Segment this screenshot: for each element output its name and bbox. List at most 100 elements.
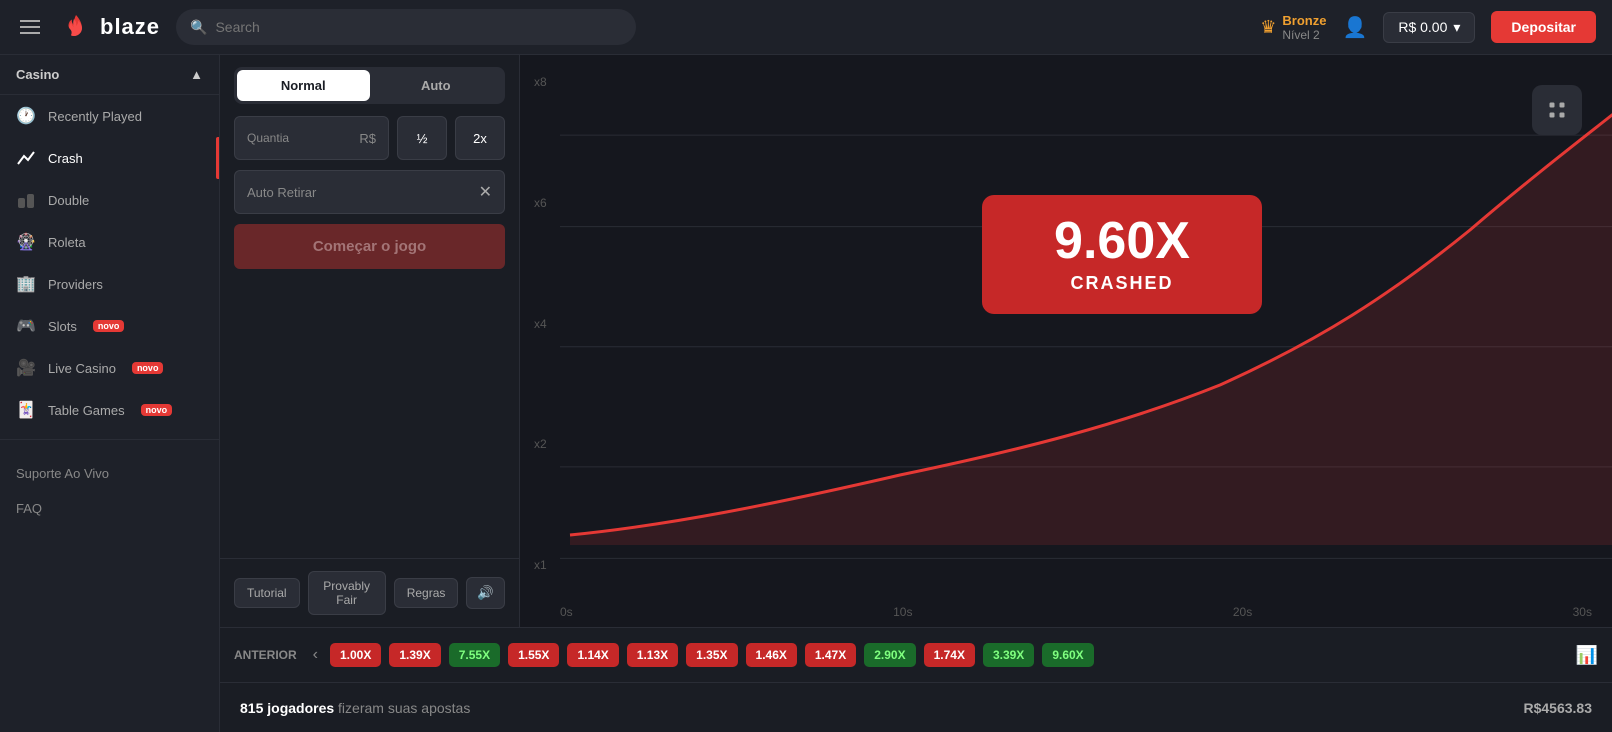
- sidebar-section-label: Casino: [16, 67, 59, 82]
- table-games-icon: 🃏: [16, 400, 36, 420]
- roleta-icon: 🎡: [16, 232, 36, 252]
- auto-retirar-label: Auto Retirar: [247, 185, 479, 200]
- history-item-5[interactable]: 1.13X: [627, 643, 678, 667]
- tab-auto[interactable]: Auto: [370, 70, 503, 101]
- double-icon: [16, 190, 36, 210]
- stats-icon[interactable]: 📊: [1576, 645, 1598, 666]
- content-area: Normal Auto Quantia R$ ½ 2x Auto Retirar: [220, 55, 1612, 732]
- history-item-1[interactable]: 1.39X: [389, 643, 440, 667]
- logo-icon: [60, 11, 92, 43]
- hamburger-menu[interactable]: [16, 16, 44, 38]
- sidebar-collapse-icon[interactable]: ▲: [190, 67, 203, 82]
- players-text: 815 jogadores fizeram suas apostas: [240, 700, 470, 716]
- double-button[interactable]: 2x: [455, 116, 505, 160]
- slots-icon: 🎮: [16, 316, 36, 336]
- x-label-20s: 20s: [1233, 605, 1252, 619]
- total-bets: R$4563.83: [1523, 700, 1592, 716]
- game-canvas: x8 x6 x4 x2 x1: [520, 55, 1612, 627]
- history-prev-icon[interactable]: ‹: [309, 642, 322, 668]
- sidebar-double-label: Double: [48, 193, 89, 208]
- quantia-row: Quantia R$ ½ 2x: [234, 116, 505, 160]
- providers-icon: 🏢: [16, 274, 36, 294]
- quantia-label: Quantia: [247, 131, 289, 145]
- crash-status: CRASHED: [1022, 273, 1222, 294]
- tutorial-button[interactable]: Tutorial: [234, 578, 300, 608]
- history-item-9[interactable]: 2.90X: [864, 643, 915, 667]
- history-item-2[interactable]: 7.55X: [449, 643, 500, 667]
- history-item-10[interactable]: 1.74X: [924, 643, 975, 667]
- clock-icon: 🕐: [16, 106, 36, 126]
- sidebar-table-games-label: Table Games: [48, 403, 125, 418]
- players-count: 815 jogadores: [240, 700, 334, 716]
- crash-display: 9.60X CRASHED: [982, 195, 1262, 314]
- crash-graph-svg: [520, 55, 1612, 627]
- history-item-4[interactable]: 1.14X: [567, 643, 618, 667]
- history-item-8[interactable]: 1.47X: [805, 643, 856, 667]
- sidebar-item-providers[interactable]: 🏢 Providers: [0, 263, 219, 305]
- live-casino-badge: novo: [132, 362, 164, 374]
- logo-text: blaze: [100, 14, 160, 40]
- x-label-30s: 30s: [1573, 605, 1592, 619]
- sidebar-slots-label: Slots: [48, 319, 77, 334]
- sidebar-section-casino: Casino ▲: [0, 55, 219, 95]
- sidebar-item-crash[interactable]: Crash: [0, 137, 219, 179]
- sidebar-item-roleta[interactable]: 🎡 Roleta: [0, 221, 219, 263]
- search-icon: 🔍: [190, 19, 207, 36]
- history-item-0[interactable]: 1.00X: [330, 643, 381, 667]
- depositar-button[interactable]: Depositar: [1491, 11, 1596, 43]
- header: blaze 🔍 ♛ Bronze Nível 2 👤 R$ 0.00 ▾ Dep…: [0, 0, 1612, 55]
- balance-dropdown-icon: ▾: [1453, 19, 1460, 36]
- sidebar-item-slots[interactable]: 🎮 Slots novo: [0, 305, 219, 347]
- quantia-field[interactable]: Quantia R$: [234, 116, 389, 160]
- half-button[interactable]: ½: [397, 116, 447, 160]
- sidebar-item-double[interactable]: Double: [0, 179, 219, 221]
- sidebar-item-recently-played[interactable]: 🕐 Recently Played: [0, 95, 219, 137]
- bottom-bar: 815 jogadores fizeram suas apostas R$456…: [220, 682, 1612, 732]
- history-item-12[interactable]: 9.60X: [1042, 643, 1093, 667]
- panel-footer: Tutorial Provably Fair Regras 🔊: [220, 558, 519, 627]
- sound-button[interactable]: 🔊: [466, 577, 505, 609]
- x-label-10s: 10s: [893, 605, 912, 619]
- provably-fair-button[interactable]: Provably Fair: [308, 571, 386, 615]
- left-panel: Normal Auto Quantia R$ ½ 2x Auto Retirar: [220, 55, 520, 627]
- auto-retirar-field[interactable]: Auto Retirar ✕: [234, 170, 505, 214]
- sidebar-item-label: Recently Played: [48, 109, 142, 124]
- slots-badge: novo: [93, 320, 125, 332]
- search-input[interactable]: [215, 19, 622, 35]
- balance-button[interactable]: R$ 0.00 ▾: [1383, 12, 1475, 43]
- sidebar-item-live-casino[interactable]: 🎥 Live Casino novo: [0, 347, 219, 389]
- history-item-11[interactable]: 3.39X: [983, 643, 1034, 667]
- history-item-3[interactable]: 1.55X: [508, 643, 559, 667]
- crown-icon: ♛: [1260, 17, 1276, 38]
- history-item-6[interactable]: 1.35X: [686, 643, 737, 667]
- tab-normal[interactable]: Normal: [237, 70, 370, 101]
- players-suffix: fizeram suas apostas: [338, 700, 470, 716]
- user-icon[interactable]: 👤: [1342, 15, 1367, 40]
- sidebar-divider: [0, 439, 219, 440]
- rocket-icon: [1532, 85, 1582, 135]
- history-bar: ANTERIOR ‹ 1.00X 1.39X 7.55X 1.55X 1.14X…: [220, 627, 1612, 682]
- bronze-badge: ♛ Bronze Nível 2: [1260, 13, 1326, 42]
- search-bar[interactable]: 🔍: [176, 9, 636, 45]
- sidebar-faq-link[interactable]: FAQ: [0, 491, 219, 526]
- crash-icon: [16, 148, 36, 168]
- balance-text: R$ 0.00: [1398, 19, 1447, 35]
- regras-button[interactable]: Regras: [394, 578, 459, 608]
- bet-form: Quantia R$ ½ 2x Auto Retirar ✕ Começar o…: [220, 116, 519, 269]
- logo: blaze: [60, 11, 160, 43]
- live-casino-icon: 🎥: [16, 358, 36, 378]
- history-label: ANTERIOR: [234, 648, 297, 662]
- history-item-7[interactable]: 1.46X: [746, 643, 797, 667]
- auto-retirar-close-icon[interactable]: ✕: [479, 182, 492, 202]
- sidebar-roleta-label: Roleta: [48, 235, 86, 250]
- sidebar-live-casino-label: Live Casino: [48, 361, 116, 376]
- sidebar-suporte-link[interactable]: Suporte Ao Vivo: [0, 456, 219, 491]
- nivel-text: Nível 2: [1282, 28, 1326, 42]
- main-layout: Casino ▲ 🕐 Recently Played Crash Double: [0, 55, 1612, 732]
- quantia-currency: R$: [359, 131, 376, 146]
- sidebar-item-table-games[interactable]: 🃏 Table Games novo: [0, 389, 219, 431]
- sidebar-crash-label: Crash: [48, 151, 83, 166]
- start-game-button[interactable]: Começar o jogo: [234, 224, 505, 269]
- sidebar-bottom: Suporte Ao Vivo FAQ: [0, 448, 219, 534]
- sidebar-providers-label: Providers: [48, 277, 103, 292]
